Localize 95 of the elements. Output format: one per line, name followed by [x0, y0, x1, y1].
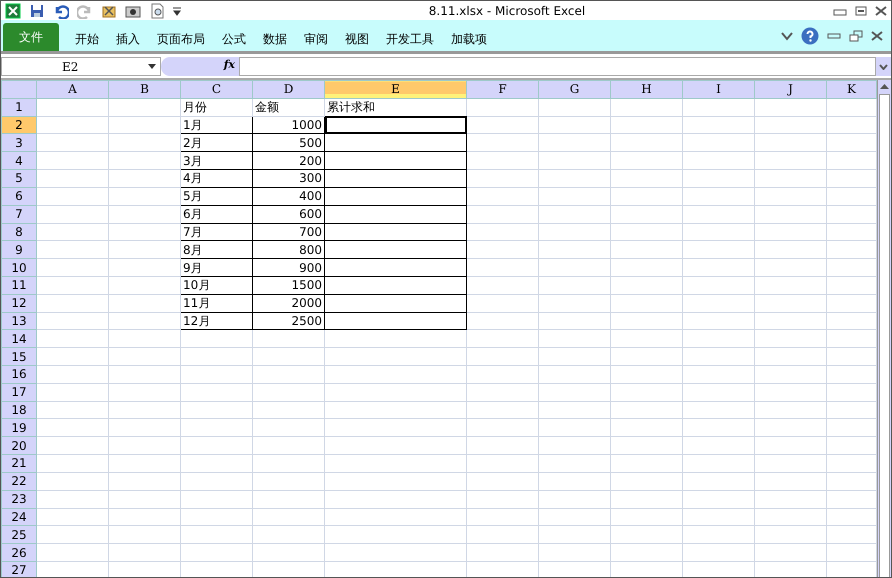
- table-cell: 600: [252, 205, 324, 223]
- table-cell: 3月: [180, 152, 252, 170]
- active-cell[interactable]: [324, 116, 466, 134]
- table-cell: 月份: [180, 98, 252, 116]
- close-icon[interactable]: [871, 30, 883, 40]
- ribbon-tab[interactable]: 插入: [116, 27, 140, 51]
- table-cell: 7月: [180, 223, 252, 241]
- row-header[interactable]: 10: [2, 258, 36, 276]
- table-cell: 11月: [180, 294, 252, 312]
- save-icon[interactable]: [29, 2, 45, 18]
- table-cell: 900: [252, 258, 324, 276]
- table-cell: 1000: [252, 116, 324, 134]
- table-cell: 200: [252, 152, 324, 170]
- column-header[interactable]: H: [610, 80, 682, 98]
- table-cell: 8月: [180, 240, 252, 259]
- close-icon[interactable]: [875, 6, 887, 16]
- table-cell: 1500: [252, 276, 324, 294]
- column-header[interactable]: B: [108, 80, 180, 98]
- row-header[interactable]: 5: [2, 170, 36, 188]
- table-cell: 10月: [180, 276, 252, 294]
- row-header[interactable]: 1: [2, 98, 36, 116]
- row-header[interactable]: 21: [2, 454, 36, 472]
- minimize-icon[interactable]: [827, 30, 841, 40]
- table-cell: 金额: [252, 98, 324, 116]
- ribbon-tab[interactable]: 文件: [3, 23, 59, 51]
- ribbon-tab[interactable]: 开发工具: [386, 27, 434, 51]
- column-header[interactable]: A: [36, 80, 108, 98]
- table-cell: 1月: [180, 116, 252, 134]
- row-header[interactable]: 23: [2, 490, 36, 508]
- help-icon[interactable]: [801, 26, 819, 44]
- ribbon-tab[interactable]: 公式: [222, 27, 246, 51]
- table-cell: 300: [252, 170, 324, 188]
- name-box[interactable]: E2: [1, 57, 161, 76]
- insert-function-button[interactable]: fx: [161, 57, 239, 76]
- column-header[interactable]: I: [682, 80, 754, 98]
- expand-formula-button[interactable]: [876, 57, 891, 76]
- table-cell: 6月: [180, 205, 252, 223]
- row-header[interactable]: 18: [2, 401, 36, 419]
- table-cell: 2000: [252, 294, 324, 312]
- table-cell: 4月: [180, 170, 252, 188]
- row-header[interactable]: 14: [2, 330, 36, 348]
- column-header[interactable]: J: [754, 80, 826, 98]
- table-cell: 累计求和: [324, 98, 466, 116]
- row-header[interactable]: 13: [2, 312, 36, 330]
- restore-icon[interactable]: [849, 30, 863, 42]
- row-header[interactable]: 22: [2, 472, 36, 490]
- customize-menu-icon[interactable]: [173, 6, 181, 16]
- column-header[interactable]: F: [466, 80, 538, 98]
- window-title: 8.11.xlsx - Microsoft Excel: [428, 4, 586, 18]
- table-cell: 9月: [180, 258, 252, 276]
- print-preview-icon[interactable]: [149, 2, 165, 18]
- table-cell: 500: [252, 134, 324, 152]
- caret-icon[interactable]: [148, 64, 156, 69]
- undo-icon[interactable]: [53, 2, 69, 18]
- table-cell: 2500: [252, 312, 324, 330]
- column-header[interactable]: C: [180, 80, 252, 98]
- ribbon-tab[interactable]: 数据: [263, 27, 287, 51]
- row-header[interactable]: 19: [2, 418, 36, 437]
- row-header[interactable]: 15: [2, 348, 36, 366]
- row-header[interactable]: 7: [2, 205, 36, 223]
- row-header[interactable]: 27: [2, 561, 36, 577]
- row-header[interactable]: 3: [2, 134, 36, 152]
- column-header[interactable]: K: [826, 80, 876, 98]
- formula-input-field[interactable]: [239, 57, 876, 76]
- row-header[interactable]: 8: [2, 223, 36, 241]
- row-header[interactable]: 16: [2, 366, 36, 384]
- row-header[interactable]: 25: [2, 526, 36, 544]
- excel-logo-icon[interactable]: [5, 2, 21, 18]
- column-header[interactable]: G: [538, 80, 610, 98]
- row-header[interactable]: 11: [2, 276, 36, 294]
- table-cell: 700: [252, 223, 324, 241]
- row-header[interactable]: 6: [2, 187, 36, 206]
- collapse-ribbon-icon[interactable]: [781, 30, 793, 40]
- row-header[interactable]: 4: [2, 152, 36, 170]
- table-cell: 5月: [180, 187, 252, 206]
- row-header[interactable]: 12: [2, 294, 36, 312]
- maximize-icon[interactable]: [855, 6, 867, 16]
- ribbon-tab[interactable]: 页面布局: [157, 27, 205, 51]
- ribbon-tab[interactable]: 开始: [75, 27, 99, 51]
- table-cell: 800: [252, 240, 324, 259]
- row-header[interactable]: 26: [2, 544, 36, 562]
- table-cell: 400: [252, 187, 324, 206]
- row-header[interactable]: 24: [2, 508, 36, 526]
- row-header[interactable]: 17: [2, 383, 36, 402]
- row-header[interactable]: 9: [2, 240, 36, 259]
- row-header[interactable]: 2: [2, 116, 36, 134]
- table-cell: 12月: [180, 312, 252, 330]
- vertical-scrollbar[interactable]: [877, 80, 891, 577]
- column-header[interactable]: E: [324, 80, 466, 98]
- table-cell: 2月: [180, 134, 252, 152]
- ribbon-tab[interactable]: 加载项: [451, 27, 487, 51]
- column-header[interactable]: D: [252, 80, 324, 98]
- ribbon-tab[interactable]: 审阅: [304, 27, 328, 51]
- row-header[interactable]: 20: [2, 436, 36, 455]
- ribbon-tab[interactable]: 视图: [345, 27, 369, 51]
